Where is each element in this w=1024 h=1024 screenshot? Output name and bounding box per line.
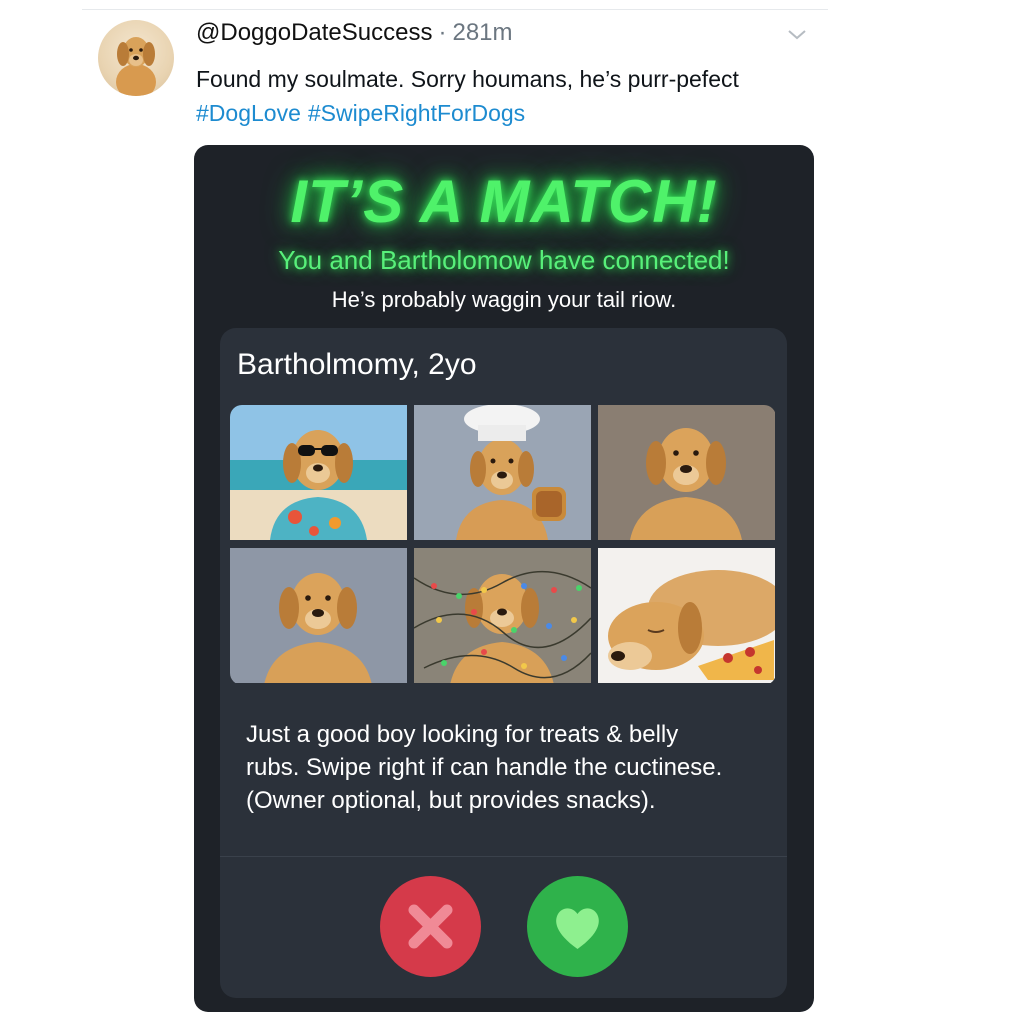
close-icon bbox=[408, 904, 453, 949]
match-title: IT’S A MATCH! bbox=[290, 168, 718, 235]
photo-grid bbox=[230, 405, 776, 685]
tweet-header: @DoggoDateSuccess · 281m bbox=[196, 19, 513, 47]
profile-panel: Bartholmomy, 2yo Just a good boy looking… bbox=[220, 328, 787, 998]
separator-dot: · bbox=[438, 19, 447, 46]
bio-line: Just a good boy looking for treats & bel… bbox=[246, 721, 679, 748]
tweet-time[interactable]: 281m bbox=[452, 19, 512, 46]
hashtag-swiperightfordogs[interactable]: #SwipeRightForDogs bbox=[308, 100, 525, 126]
dog-chef-hat-toast-photo[interactable] bbox=[414, 405, 591, 540]
bio-line: rubs. Swipe right if can handle the cuct… bbox=[246, 754, 723, 781]
reject-button[interactable] bbox=[380, 876, 481, 977]
top-divider bbox=[82, 9, 828, 10]
like-button[interactable] bbox=[527, 876, 628, 977]
user-avatar[interactable] bbox=[98, 20, 174, 96]
user-handle[interactable]: @DoggoDateSuccess bbox=[196, 19, 432, 46]
tweet-body: Found my soulmate. Sorry houmans, he’s p… bbox=[196, 62, 816, 130]
dog-sunglasses-beach-photo[interactable] bbox=[230, 405, 407, 540]
dog-portrait-grey-photo[interactable] bbox=[230, 548, 407, 683]
heart-icon bbox=[556, 908, 599, 949]
dog-sleeping-pizza-photo[interactable] bbox=[598, 548, 775, 683]
chevron-down-icon[interactable] bbox=[786, 28, 808, 42]
profile-bio: Just a good boy looking for treats & bel… bbox=[246, 718, 766, 817]
profile-name: Bartholmomy, 2yo bbox=[237, 348, 477, 381]
match-note: He’s probably waggin your tail riow. bbox=[331, 287, 677, 312]
hashtag-doglove[interactable]: #DogLove bbox=[196, 100, 301, 126]
tweet-text: Found my soulmate. Sorry houmans, he’s p… bbox=[196, 66, 739, 92]
dog-fairy-lights-photo[interactable] bbox=[414, 548, 591, 683]
dog-portrait-photo[interactable] bbox=[598, 405, 775, 540]
hashtag-row: #DogLove #SwipeRightForDogs bbox=[196, 96, 816, 130]
match-card: IT’S A MATCH! You and Bartholomow have c… bbox=[194, 145, 814, 1012]
match-subtitle: You and Bartholomow have connected! bbox=[278, 245, 730, 275]
actions-divider bbox=[220, 856, 787, 857]
bio-line: (Owner optional, but provides snacks). bbox=[246, 787, 656, 814]
